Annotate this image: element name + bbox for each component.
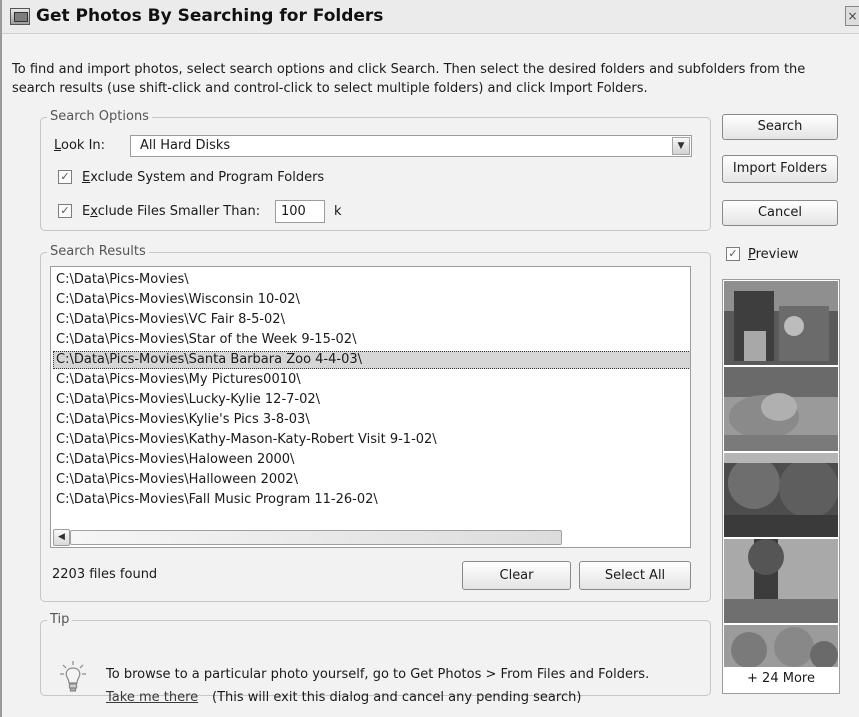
look-in-dropdown[interactable]: All Hard Disks ▼ xyxy=(130,135,692,157)
list-item[interactable]: C:\Data\Pics-Movies\Fall Music Program 1… xyxy=(56,491,378,509)
lightbulb-icon xyxy=(60,661,86,692)
list-item[interactable]: C:\Data\Pics-Movies\Halloween 2002\ xyxy=(56,471,298,489)
more-photos-count[interactable]: + 24 More xyxy=(723,671,839,686)
preview-photo-2 xyxy=(724,367,838,451)
preview-photo-4 xyxy=(724,539,838,623)
preview-checkbox[interactable]: ✓ xyxy=(726,247,740,261)
list-item[interactable]: C:\Data\Pics-Movies\Wisconsin 10-02\ xyxy=(56,291,300,309)
exclude-small-files-label-start: E xyxy=(82,204,91,219)
preview-label: Preview xyxy=(748,247,799,262)
close-button[interactable]: × xyxy=(845,6,859,26)
clear-button[interactable]: Clear xyxy=(462,561,571,590)
list-item[interactable]: C:\Data\Pics-Movies\My Pictures0010\ xyxy=(56,371,301,389)
exclude-system-label: Exclude System and Program Folders xyxy=(82,170,324,185)
exclude-system-checkbox[interactable]: ✓ xyxy=(58,170,72,184)
exclude-system-label-text: xclude System and Program Folders xyxy=(90,170,325,185)
look-in-value: All Hard Disks xyxy=(140,138,231,153)
search-button[interactable]: Search xyxy=(722,114,838,140)
search-options-legend: Search Options xyxy=(47,109,152,124)
search-results-list[interactable]: C:\Data\Pics-Movies\ C:\Data\Pics-Movies… xyxy=(50,266,691,548)
list-item[interactable]: C:\Data\Pics-Movies\Lucky-Kylie 12-7-02\ xyxy=(56,391,320,409)
photos-app-icon xyxy=(10,8,30,25)
preview-label-text: review xyxy=(755,247,799,262)
exclude-small-files-checkbox[interactable]: ✓ xyxy=(58,204,72,218)
tip-text: To browse to a particular photo yourself… xyxy=(106,667,650,682)
list-item[interactable]: C:\Data\Pics-Movies\VC Fair 8-5-02\ xyxy=(56,311,285,329)
tip-link-note: (This will exit this dialog and cancel a… xyxy=(212,690,582,705)
look-in-label-text: ook In: xyxy=(61,138,106,153)
list-item-selected[interactable]: C:\Data\Pics-Movies\Santa Barbara Zoo 4-… xyxy=(53,351,690,369)
list-item[interactable]: C:\Data\Pics-Movies\ xyxy=(56,271,189,289)
list-item[interactable]: C:\Data\Pics-Movies\Kylie's Pics 3-8-03\ xyxy=(56,411,310,429)
title-bar: Get Photos By Searching for Folders × xyxy=(2,0,859,34)
preview-photo-3 xyxy=(724,453,838,537)
files-found-count: 2203 files found xyxy=(52,567,158,582)
import-folders-button[interactable]: Import Folders xyxy=(722,155,838,183)
tip-legend: Tip xyxy=(47,612,73,627)
horizontal-scroll-thumb[interactable] xyxy=(70,530,562,545)
exclude-small-files-accesskey: x xyxy=(90,204,98,219)
tip-group: Tip xyxy=(40,612,711,696)
look-in-label: Look In: xyxy=(54,138,105,153)
scroll-left-icon[interactable]: ◀ xyxy=(53,529,70,546)
dialog-window: Get Photos By Searching for Folders × To… xyxy=(0,0,859,717)
list-item[interactable]: C:\Data\Pics-Movies\Star of the Week 9-1… xyxy=(56,331,356,349)
search-results-legend: Search Results xyxy=(47,244,149,259)
window-title: Get Photos By Searching for Folders xyxy=(36,6,384,26)
exclude-small-files-label: Exclude Files Smaller Than: xyxy=(82,204,260,219)
look-in-accesskey: L xyxy=(54,138,62,153)
min-file-size-unit: k xyxy=(334,204,342,219)
preview-photo-5 xyxy=(724,625,838,667)
list-item[interactable]: C:\Data\Pics-Movies\Kathy-Mason-Katy-Rob… xyxy=(56,431,437,449)
instructions-text: To find and import photos, select search… xyxy=(12,62,806,96)
exclude-system-accesskey: E xyxy=(82,170,91,185)
preview-accesskey: P xyxy=(748,247,756,262)
tip-link[interactable]: Take me there xyxy=(106,690,198,705)
select-all-button[interactable]: Select All xyxy=(579,561,691,590)
preview-strip: + 24 More xyxy=(722,279,840,694)
exclude-small-files-label-text: clude Files Smaller Than: xyxy=(97,204,261,219)
preview-photo-1 xyxy=(724,281,838,365)
min-file-size-input[interactable]: 100 xyxy=(275,200,325,223)
cancel-button[interactable]: Cancel xyxy=(722,200,838,226)
chevron-down-icon[interactable]: ▼ xyxy=(672,137,690,155)
list-item[interactable]: C:\Data\Pics-Movies\Haloween 2000\ xyxy=(56,451,294,469)
